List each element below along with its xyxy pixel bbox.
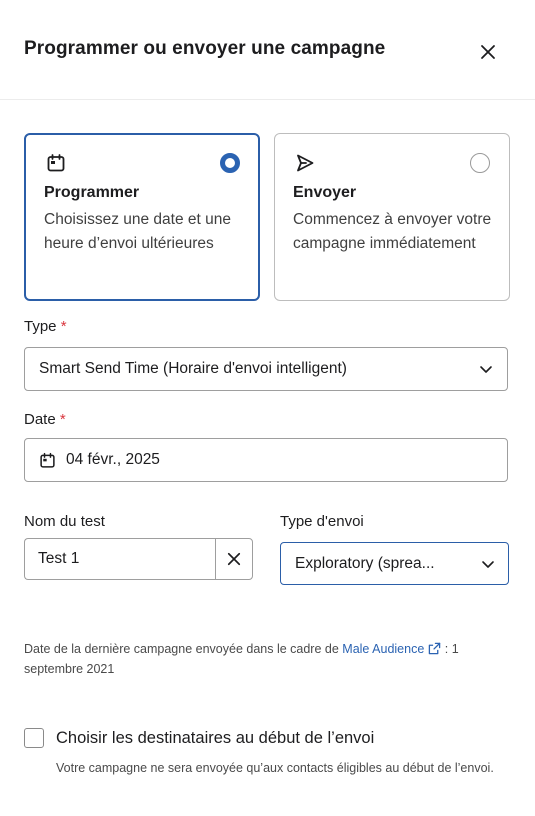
external-link-icon[interactable]: [428, 642, 441, 655]
calendar-icon: [40, 452, 55, 468]
test-name-label: Nom du test: [24, 513, 105, 530]
type-label: Type *: [24, 318, 67, 335]
send-icon: [297, 154, 314, 172]
chevron-down-icon: [480, 366, 492, 373]
date-value: 04 févr., 2025: [66, 451, 160, 468]
close-button[interactable]: [474, 38, 502, 66]
test-name-value: Test 1: [38, 550, 80, 567]
dialog-title: Programmer ou envoyer une campagne: [24, 38, 386, 59]
date-label-text: Date: [24, 411, 56, 428]
option-card-send[interactable]: Envoyer Commencez à envoyer votre campag…: [274, 133, 510, 301]
close-icon: [481, 45, 495, 59]
calendar-icon: [47, 154, 65, 172]
test-name-input[interactable]: Test 1: [24, 538, 216, 580]
audience-link-text[interactable]: Male Audience: [342, 642, 424, 656]
schedule-radio[interactable]: [220, 153, 240, 173]
date-picker-field[interactable]: 04 févr., 2025: [24, 438, 508, 482]
clear-test-name-button[interactable]: [215, 538, 253, 580]
option-card-schedule[interactable]: Programmer Choisissez une date et une he…: [24, 133, 260, 301]
choose-recipients-checkbox[interactable]: [24, 728, 44, 748]
date-label: Date *: [24, 411, 66, 428]
required-marker: *: [59, 411, 66, 428]
required-marker: *: [60, 318, 67, 335]
choose-recipients-label[interactable]: Choisir les destinataires au début de l’…: [56, 729, 374, 748]
info-prefix: Date de la dernière campagne envoyée dan…: [24, 642, 343, 656]
option-description: Commencez à envoyer votre campagne imméd…: [293, 211, 492, 252]
choose-recipients-help: Votre campagne ne sera envoyée qu’aux co…: [56, 761, 494, 775]
dialog-header: Programmer ou envoyer une campagne: [0, 0, 535, 100]
option-title: Envoyer: [293, 184, 357, 201]
send-type-value: Exploratory (sprea...: [295, 554, 435, 572]
send-type-select[interactable]: Exploratory (sprea...: [280, 542, 509, 585]
chevron-down-icon: [482, 561, 494, 568]
type-select-value: Smart Send Time (Horaire d'envoi intelli…: [39, 360, 347, 377]
option-title: Programmer: [44, 184, 140, 201]
type-select[interactable]: Smart Send Time (Horaire d'envoi intelli…: [24, 347, 508, 391]
last-campaign-info: Date de la dernière campagne envoyée dan…: [24, 639, 504, 679]
type-label-text: Type: [24, 318, 57, 335]
send-type-label: Type d'envoi: [280, 513, 364, 530]
close-icon: [227, 552, 241, 566]
option-description: Choisissez une date et une heure d’envoi…: [44, 211, 231, 252]
send-radio[interactable]: [470, 153, 490, 173]
audience-link[interactable]: Male Audience: [342, 642, 441, 656]
